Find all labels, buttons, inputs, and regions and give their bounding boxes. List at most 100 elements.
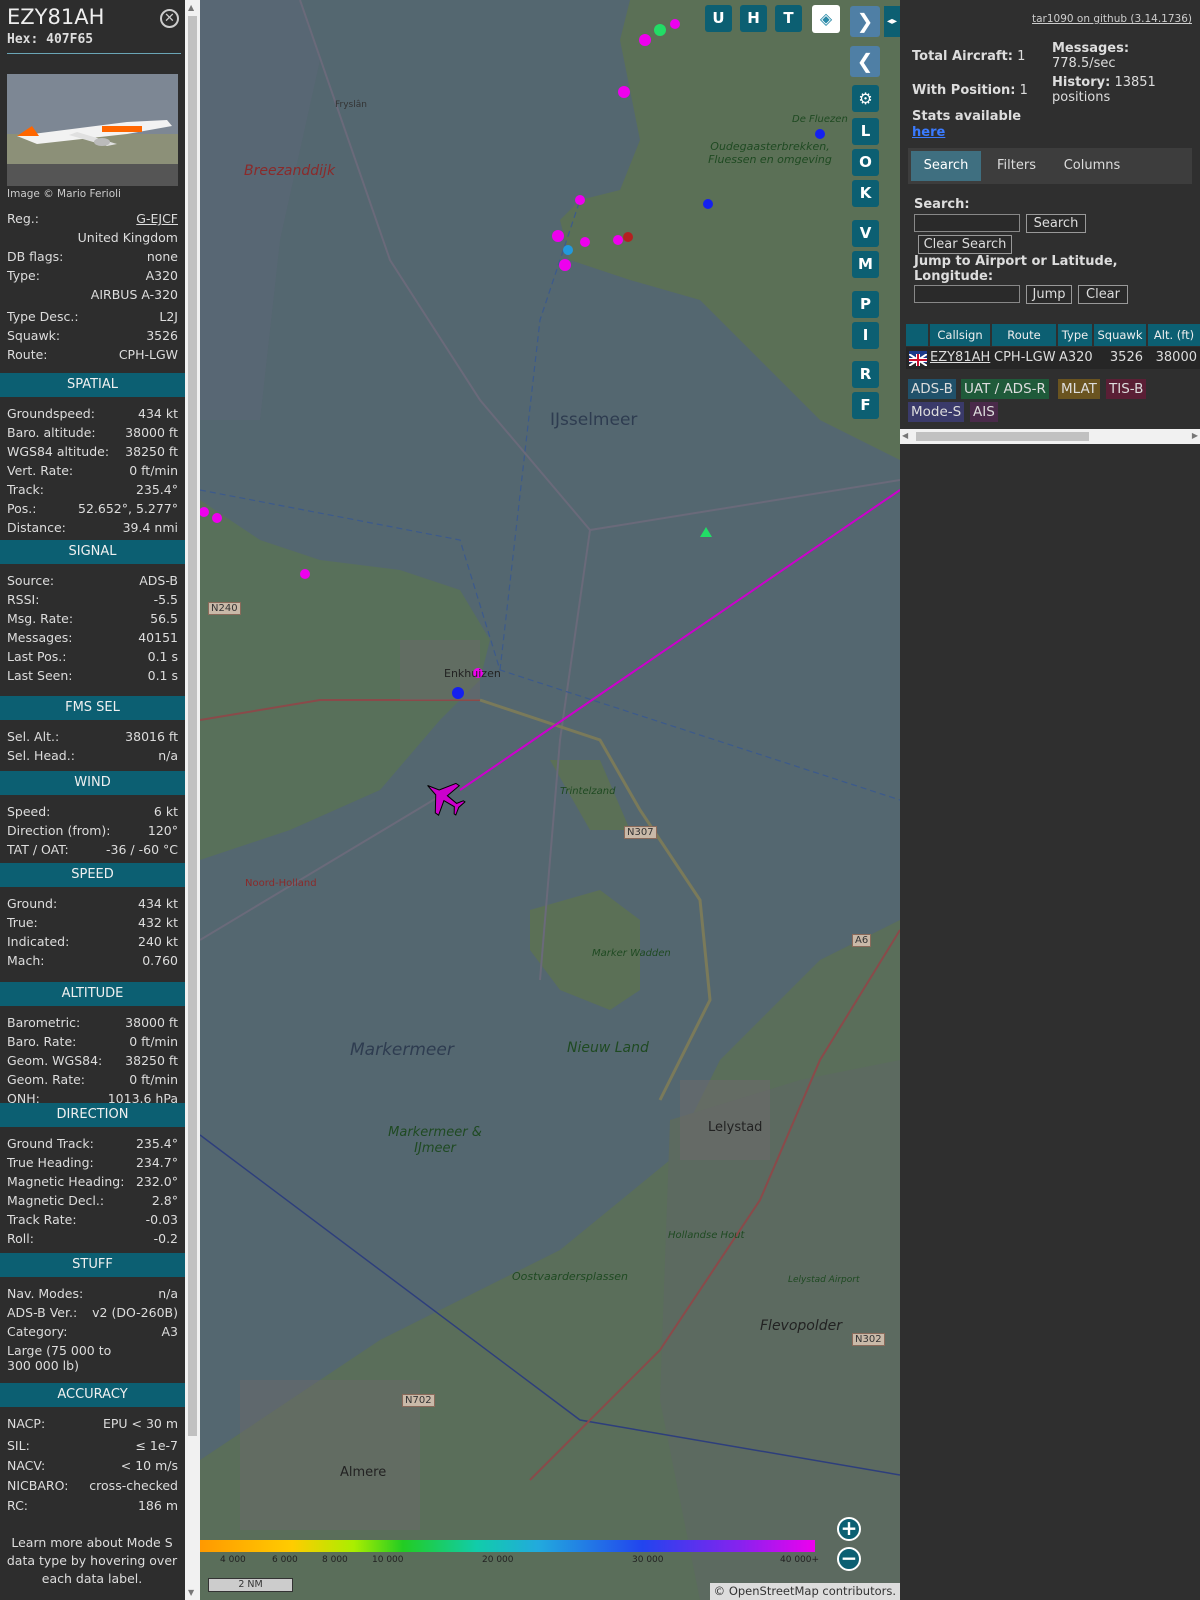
legend-tis-b[interactable]: TIS-B [1106, 379, 1147, 399]
info-label[interactable]: Direction (from): [7, 823, 111, 838]
info-label[interactable]: Roll: [7, 1231, 34, 1246]
row-route: CPH-LGW [994, 350, 1056, 365]
info-value: 186 m [137, 1498, 178, 1513]
column-header-callsign[interactable]: Callsign [930, 324, 990, 346]
info-label[interactable]: Track Rate: [7, 1212, 77, 1227]
info-label[interactable]: Distance: [7, 520, 66, 535]
scroll-thumb[interactable] [916, 432, 1089, 441]
column-header-altitude[interactable]: Alt. (ft) [1148, 324, 1200, 346]
info-label[interactable]: Sel. Alt.: [7, 729, 59, 744]
scroll-up-icon[interactable]: ▲ [188, 3, 194, 12]
jump-input[interactable] [914, 285, 1020, 303]
scroll-right-icon[interactable]: ▶ [1192, 431, 1198, 440]
info-label[interactable]: Geom. Rate: [7, 1072, 85, 1087]
stats-link[interactable]: here [912, 125, 945, 140]
info-label[interactable]: Category: [7, 1324, 67, 1339]
legend-uat-ads-r[interactable]: UAT / ADS-R [961, 379, 1049, 399]
version-link[interactable]: tar1090 on github (3.14.1736) [1032, 13, 1192, 25]
info-label[interactable]: Ground Track: [7, 1136, 94, 1151]
info-label[interactable]: Groundspeed: [7, 406, 95, 421]
map-toggle-i[interactable]: I [852, 322, 879, 349]
legend-ais[interactable]: AIS [970, 402, 998, 422]
map-toggle-p[interactable]: P [852, 291, 879, 318]
map-view[interactable]: Breezanddijk IJsselmeer Markermeer Markerme… [200, 0, 900, 1600]
toggle-width-button[interactable]: ◂▸ [884, 6, 900, 37]
map-toggle-m[interactable]: M [852, 251, 879, 278]
info-label[interactable]: Last Seen: [7, 668, 72, 683]
map-toggle-u[interactable]: U [705, 5, 732, 32]
column-header-squawk[interactable]: Squawk [1094, 324, 1146, 346]
info-label[interactable]: Source: [7, 573, 54, 588]
info-label[interactable]: Msg. Rate: [7, 611, 73, 626]
info-label[interactable]: Sel. Head.: [7, 748, 75, 763]
info-label[interactable]: Messages: [7, 630, 73, 645]
info-label[interactable]: Geom. WGS84: [7, 1053, 102, 1068]
map-toggle-t[interactable]: T [775, 5, 802, 32]
info-label[interactable]: RC: [7, 1498, 28, 1513]
scroll-left-icon[interactable]: ◀ [902, 431, 908, 440]
row-callsign[interactable]: EZY81AH [930, 348, 990, 368]
zoom-in-button[interactable]: + [837, 1517, 861, 1541]
scroll-down-icon[interactable]: ▼ [188, 1588, 194, 1597]
clear-search-button[interactable]: Clear Search [918, 235, 1012, 254]
tab-filters[interactable]: Filters [984, 151, 1049, 181]
table-horizontal-scrollbar[interactable]: ◀ ▶ [900, 429, 1200, 444]
search-button[interactable]: Search [1026, 214, 1086, 233]
jump-button[interactable]: Jump [1026, 285, 1072, 304]
info-label[interactable]: NICBARO: [7, 1478, 68, 1493]
info-label[interactable]: RSSI: [7, 592, 39, 607]
info-label[interactable]: NACV: [7, 1458, 45, 1473]
info-scrollbar[interactable]: ▲ ▼ [185, 0, 200, 1600]
clear-jump-button[interactable]: Clear [1078, 285, 1128, 304]
info-label[interactable]: NACP: [7, 1416, 45, 1431]
info-row: Last Seen: 0.1 s [7, 668, 178, 686]
layers-button[interactable]: ◈ [812, 5, 840, 33]
legend-mode-s[interactable]: Mode-S [908, 402, 965, 422]
zoom-out-button[interactable]: − [837, 1547, 861, 1571]
info-label[interactable]: Nav. Modes: [7, 1286, 83, 1301]
info-label[interactable]: Ground: [7, 896, 57, 911]
map-toggle-k[interactable]: K [852, 180, 879, 207]
detail-value[interactable]: G-EJCF [136, 211, 178, 226]
collapse-sidebar-button[interactable]: ❮ [850, 46, 880, 77]
column-header-route[interactable]: Route [992, 324, 1056, 346]
info-label[interactable]: Baro. Rate: [7, 1034, 76, 1049]
info-label[interactable]: Mach: [7, 953, 44, 968]
tab-search[interactable]: Search [911, 151, 981, 181]
info-label[interactable]: True: [7, 915, 38, 930]
map-toggle-r[interactable]: R [852, 361, 879, 388]
info-label[interactable]: Large (75 000 to 300 000 lb) [7, 1343, 127, 1373]
info-label[interactable]: Magnetic Decl.: [7, 1193, 104, 1208]
info-label[interactable]: Baro. altitude: [7, 425, 96, 440]
info-label[interactable]: Pos.: [7, 501, 36, 516]
map-label: Breezanddijk [244, 163, 336, 179]
scroll-thumb[interactable] [188, 16, 197, 1436]
info-label[interactable]: Indicated: [7, 934, 69, 949]
expand-sidebar-button[interactable]: ❯ [850, 6, 880, 37]
map-toggle-v[interactable]: V [852, 220, 879, 247]
search-input[interactable] [914, 214, 1020, 232]
divider [7, 53, 181, 54]
info-label[interactable]: TAT / OAT: [7, 842, 69, 857]
info-label[interactable]: Magnetic Heading: [7, 1174, 124, 1189]
aircraft-photo[interactable] [7, 74, 178, 186]
close-icon[interactable]: ✕ [160, 9, 179, 28]
info-label[interactable]: Last Pos.: [7, 649, 66, 664]
tab-columns[interactable]: Columns [1052, 151, 1132, 181]
legend-ads-b[interactable]: ADS-B [908, 379, 956, 399]
map-toggle-h[interactable]: H [740, 5, 767, 32]
map-toggle-l[interactable]: L [852, 118, 879, 145]
map-toggle-f[interactable]: F [852, 392, 879, 419]
info-label[interactable]: Vert. Rate: [7, 463, 73, 478]
settings-gear-icon[interactable]: ⚙ [852, 85, 879, 112]
info-label[interactable]: WGS84 altitude: [7, 444, 109, 459]
info-label[interactable]: True Heading: [7, 1155, 94, 1170]
info-label[interactable]: SIL: [7, 1438, 30, 1453]
info-label[interactable]: Speed: [7, 804, 50, 819]
legend-mlat[interactable]: MLAT [1058, 379, 1100, 399]
info-label[interactable]: Barometric: [7, 1015, 80, 1030]
map-toggle-o[interactable]: O [852, 149, 879, 176]
column-header-type[interactable]: Type [1058, 324, 1092, 346]
info-label[interactable]: Track: [7, 482, 44, 497]
info-label[interactable]: ADS-B Ver.: [7, 1305, 77, 1320]
